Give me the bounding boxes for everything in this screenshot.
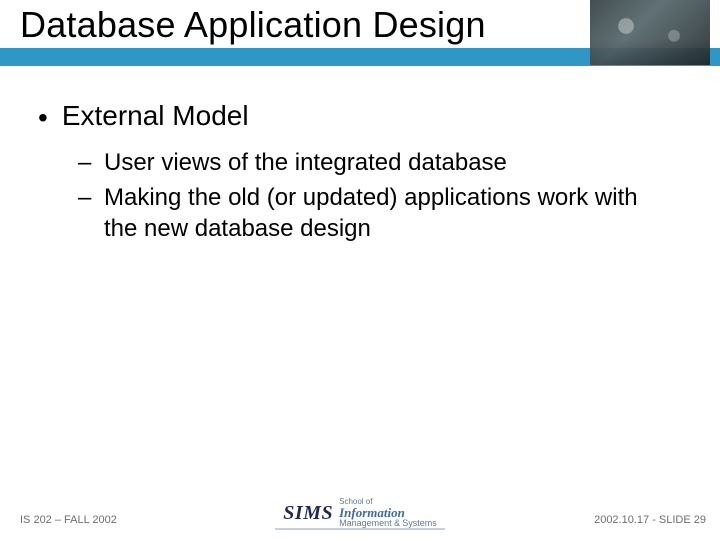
sub-bullets: – User views of the integrated database … xyxy=(78,148,690,244)
bullet-level2: – Making the old (or updated) applicatio… xyxy=(78,183,690,244)
slide-body: • External Model – User views of the int… xyxy=(38,100,690,248)
logo-underline xyxy=(275,528,445,530)
footer: IS 202 – FALL 2002 SIMS School of Inform… xyxy=(0,496,720,526)
title-photo xyxy=(590,0,710,65)
bullet-level2-text: Making the old (or updated) applications… xyxy=(104,183,664,244)
footer-slide-number: 2002.10.17 - SLIDE 29 xyxy=(594,514,706,526)
footer-course: IS 202 – FALL 2002 xyxy=(20,514,117,526)
sims-line3-suffix: Systems xyxy=(402,518,437,528)
sims-logo-mark: SIMS xyxy=(283,502,333,525)
bullet-dot-icon: • xyxy=(38,104,48,132)
dash-icon: – xyxy=(78,183,96,213)
bullet-level1-text: External Model xyxy=(62,100,249,132)
sims-line3-prefix: Management xyxy=(339,518,392,528)
bullet-level1: • External Model xyxy=(38,100,690,132)
bullet-level2: – User views of the integrated database xyxy=(78,148,690,179)
dash-icon: – xyxy=(78,148,96,178)
sims-amp: & xyxy=(394,518,400,528)
slide-title: Database Application Design xyxy=(20,4,486,46)
sims-line3: Management &Systems xyxy=(339,519,437,528)
footer-logo: SIMS School of Information Management &S… xyxy=(283,498,436,528)
title-bar: Database Application Design xyxy=(0,0,720,66)
slide: Database Application Design • External M… xyxy=(0,0,720,540)
bullet-level2-text: User views of the integrated database xyxy=(104,148,507,179)
sims-logo-text: School of Information Management &System… xyxy=(339,498,437,528)
